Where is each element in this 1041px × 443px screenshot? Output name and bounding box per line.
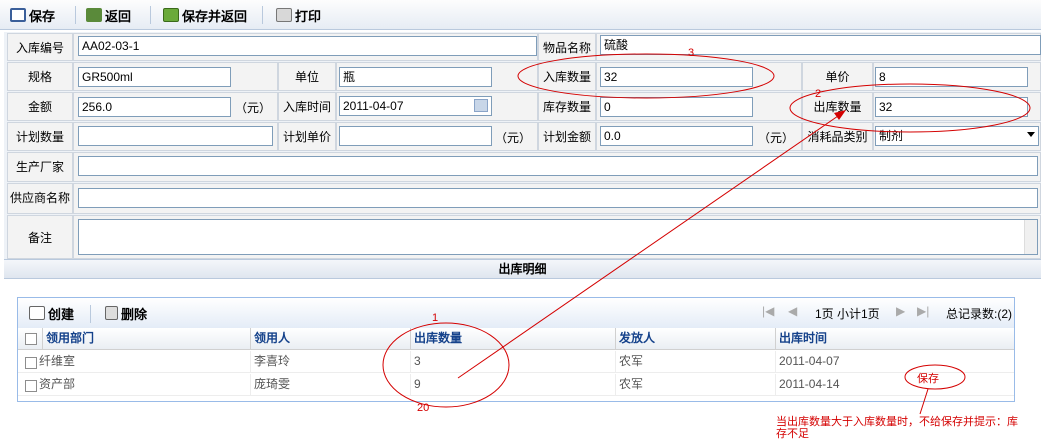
- annotation-tick: [919, 388, 929, 415]
- annotation-label-3: 3: [688, 47, 695, 59]
- annotation-circle-3: [517, 53, 775, 99]
- annotation-note-line1: 当出库数量大于入库数量时，不给保存并提示：库: [776, 416, 1018, 428]
- annotation-label-20: 20: [417, 402, 430, 414]
- annotation-overlay: [382, 53, 1031, 415]
- annotation-arrow-line: [457, 115, 839, 379]
- annotation-arrowhead: [834, 110, 846, 120]
- annotation-save-note: 保存: [917, 373, 939, 385]
- annotation-label-2: 2: [815, 88, 822, 100]
- annotation-note-line2: 存不足: [776, 428, 809, 440]
- annotation-label-1: 1: [432, 312, 439, 324]
- annotation-circle-1: [382, 322, 510, 408]
